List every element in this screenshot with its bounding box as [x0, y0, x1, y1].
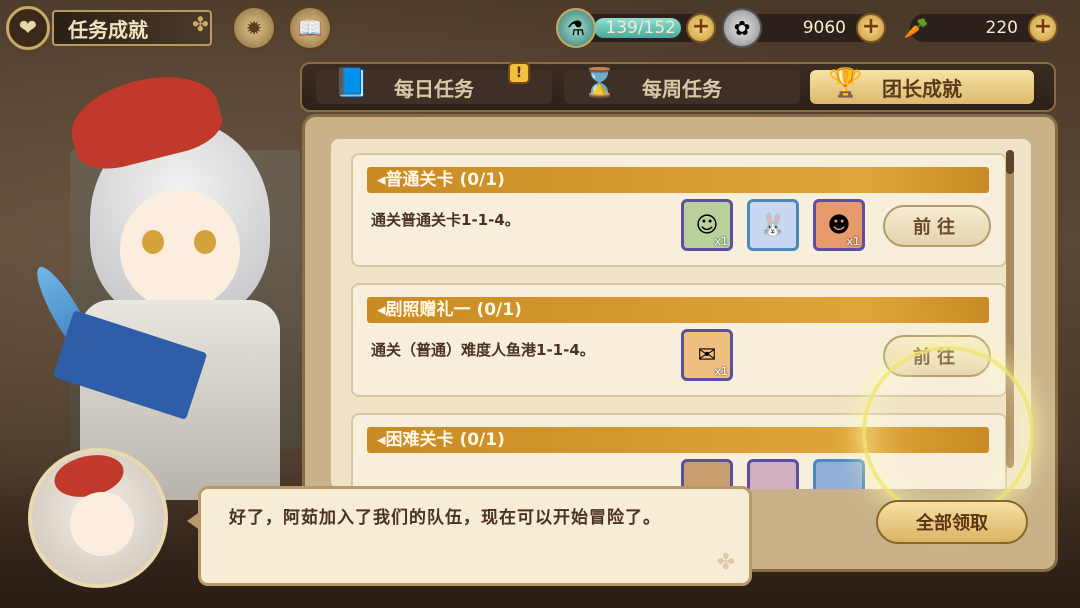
character-eye — [194, 230, 216, 254]
coin-display: ✿ 9060 + — [722, 8, 886, 48]
task-title: ◂困难关卡 (0/1) — [367, 427, 989, 453]
carrot-value: 220 — [985, 18, 1018, 38]
character-face — [120, 190, 240, 310]
tab-daily[interactable]: 📘 每日任务 ! — [316, 62, 552, 104]
reward-qty: x1 — [714, 365, 728, 378]
task-title: ◂剧照赠礼一 (0/1) — [367, 297, 989, 323]
go-button[interactable]: 前往 — [883, 335, 991, 377]
hourglass-icon: ⌛ — [582, 66, 617, 99]
photo-reward-icon: ✉ — [697, 342, 717, 368]
task-description: 通关普通关卡1-1-4。 — [371, 211, 520, 229]
reward-item[interactable]: 🐰 — [747, 199, 799, 251]
tab-daily-label: 每日任务 — [394, 76, 474, 101]
trophy-icon: 🏆 — [828, 66, 863, 99]
speaker-avatar — [28, 448, 168, 588]
book-icon: 📖 — [297, 16, 323, 40]
clover-icon: ✤ — [192, 12, 209, 36]
reward-item[interactable] — [681, 459, 733, 489]
task-title: ◂普通关卡 (0/1) — [367, 167, 989, 193]
stamina-value: 139/152 — [605, 18, 676, 38]
clover-icon: ✤ — [716, 550, 735, 575]
reward-item[interactable]: ☺ x1 — [681, 199, 733, 251]
reward-qty: x1 — [846, 235, 860, 248]
compass-icon: ✹ — [245, 16, 263, 40]
carrot-icon: 🥕 — [903, 16, 929, 40]
character-eye — [142, 230, 164, 254]
tab-achievements-label: 团长成就 — [882, 76, 962, 101]
tab-achievements[interactable]: 🏆 团长成就 — [810, 66, 1034, 104]
tab-weekly[interactable]: ⌛ 每周任务 — [564, 66, 800, 104]
coin-plus-button[interactable]: + — [856, 13, 886, 43]
dialog-text: 好了，阿茹加入了我们的队伍，现在可以开始冒险了。 — [229, 508, 661, 528]
tab-weekly-label: 每周任务 — [642, 76, 722, 101]
redhead-reward-icon: ☻ — [827, 212, 851, 238]
quill-book-icon: 📘 — [334, 66, 369, 99]
coin-value: 9060 — [802, 18, 846, 38]
carrot-plus-button[interactable]: + — [1028, 13, 1058, 43]
task-list[interactable]: ◂普通关卡 (0/1) 通关普通关卡1-1-4。 ☺ x1 🐰 ☻ x1 前往 … — [331, 139, 1031, 489]
page-title-text: 任务成就 — [68, 17, 148, 42]
avatar-face — [70, 492, 134, 556]
reward-item[interactable] — [813, 459, 865, 489]
task-card: ◂困难关卡 (0/1) — [351, 413, 1007, 489]
claim-all-button[interactable]: 全部领取 — [876, 500, 1028, 544]
heart-back-icon: ❤ — [18, 15, 38, 41]
dialog-box[interactable]: 好了，阿茹加入了我们的队伍，现在可以开始冒险了。 ✤ — [187, 486, 752, 586]
character-reward-icon: ☺ — [695, 212, 719, 238]
go-button[interactable]: 前往 — [883, 205, 991, 247]
page-title: 任务成就 — [52, 10, 212, 46]
bunny-reward-icon: 🐰 — [759, 212, 787, 238]
compass-button[interactable]: ✹ — [232, 6, 276, 50]
potion-icon: ⚗ — [556, 8, 596, 48]
character-illustration — [28, 63, 300, 500]
task-description: 通关（普通）难度人鱼港1-1-4。 — [371, 341, 595, 359]
dialog-tail — [187, 511, 201, 531]
stamina-plus-button[interactable]: + — [686, 13, 716, 43]
reward-item[interactable]: ☻ x1 — [813, 199, 865, 251]
book-button[interactable]: 📖 — [288, 6, 332, 50]
reward-qty: x1 — [714, 235, 728, 248]
carrot-display: 🥕 220 + — [904, 13, 1058, 43]
reward-item[interactable]: ✉ x1 — [681, 329, 733, 381]
alert-badge: ! — [508, 62, 530, 84]
task-card: ◂普通关卡 (0/1) 通关普通关卡1-1-4。 ☺ x1 🐰 ☻ x1 前往 — [351, 153, 1007, 267]
tab-bar: 📘 每日任务 ! ⌛ 每周任务 🏆 团长成就 — [300, 62, 1056, 112]
scrollbar[interactable] — [1006, 150, 1014, 468]
coin-icon: ✿ — [722, 8, 762, 48]
reward-item[interactable] — [747, 459, 799, 489]
back-button[interactable]: ❤ — [6, 6, 50, 50]
stamina-display: ⚗ 139/152 + — [556, 8, 716, 48]
scrollbar-thumb[interactable] — [1006, 150, 1014, 174]
task-card: ◂剧照赠礼一 (0/1) 通关（普通）难度人鱼港1-1-4。 ✉ x1 前往 — [351, 283, 1007, 397]
